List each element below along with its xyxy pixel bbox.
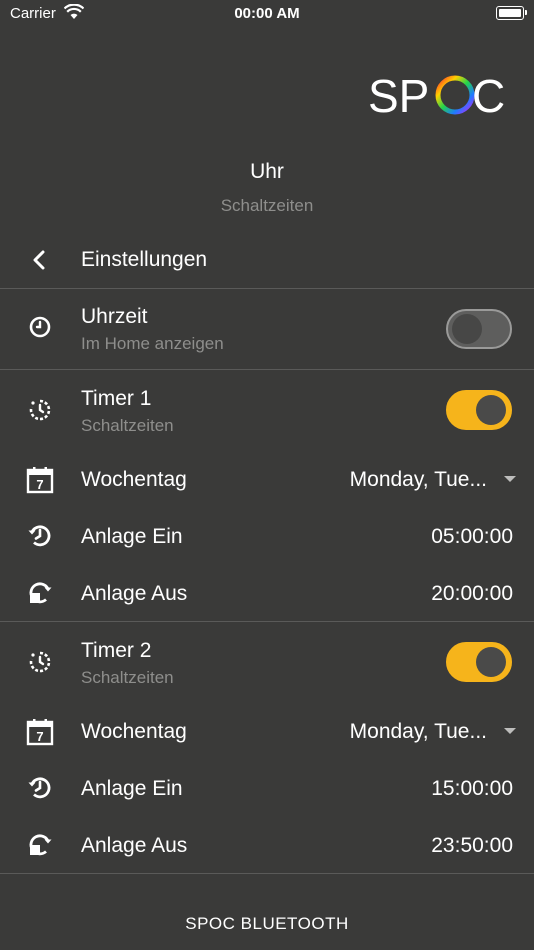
timer-2-on-row[interactable]: Anlage Ein 15:00:00: [0, 760, 534, 817]
clock-icon: [29, 316, 51, 338]
chevron-left-icon: [33, 250, 45, 270]
timer-2-label: Timer 2: [81, 639, 152, 662]
page-subtitle: Schaltzeiten: [220, 196, 314, 215]
timer-2-on-time: 15:00:00: [431, 777, 513, 800]
back-label: Einstellungen: [81, 248, 208, 271]
chevron-down-icon: [504, 728, 516, 734]
timer-2-off-label: Anlage Aus: [81, 834, 188, 857]
timer-icon: [29, 651, 51, 673]
power-off-icon: [29, 834, 52, 856]
timer-2-off-row[interactable]: Anlage Aus 23:50:00: [0, 817, 534, 873]
calendar-icon: 7: [26, 467, 54, 494]
timer-1-sublabel: Schaltzeiten: [81, 416, 174, 435]
chevron-down-icon: [504, 476, 516, 482]
timer-2-on-label: Anlage Ein: [81, 777, 183, 800]
timer-1-weekday-row[interactable]: 7 Wochentag Monday, Tue...: [0, 452, 534, 508]
svg-text:SP: SP: [368, 70, 429, 118]
svg-text:7: 7: [36, 729, 43, 744]
timer-1-on-label: Anlage Ein: [81, 525, 183, 548]
timer-1-weekday-value: Monday, Tue...: [349, 468, 487, 491]
clock-row: Uhrzeit Im Home anzeigen: [0, 289, 534, 369]
timer-1-off-row[interactable]: Anlage Aus 20:00:00: [0, 565, 534, 621]
divider: [0, 873, 534, 874]
timer-2-sublabel: Schaltzeiten: [81, 668, 174, 687]
timer-1-off-time: 20:00:00: [431, 582, 513, 605]
back-button[interactable]: Einstellungen: [0, 236, 534, 288]
spoc-logo: SP C: [368, 70, 505, 118]
timer-2-weekday-value: Monday, Tue...: [349, 720, 487, 743]
timer-2-row: Timer 2 Schaltzeiten: [0, 622, 534, 702]
power-on-icon: [28, 525, 51, 547]
svg-text:C: C: [472, 70, 505, 118]
timer-1-weekday-label: Wochentag: [81, 468, 187, 491]
power-on-icon: [28, 777, 51, 799]
clock-sublabel: Im Home anzeigen: [81, 334, 224, 353]
timer-1-on-row[interactable]: Anlage Ein 05:00:00: [0, 508, 534, 565]
clock-label: Uhrzeit: [81, 305, 148, 328]
battery-icon: [496, 6, 527, 20]
power-off-icon: [29, 582, 52, 604]
footer-label: SPOC BLUETOOTH: [185, 914, 349, 933]
timer-1-label: Timer 1: [81, 387, 152, 410]
status-time: 00:00 AM: [234, 5, 300, 22]
timer-icon: [29, 399, 51, 421]
timer-2-weekday-label: Wochentag: [81, 720, 187, 743]
timer-1-off-label: Anlage Aus: [81, 582, 188, 605]
status-bar: Carrier 00:00 AM: [0, 0, 534, 28]
timer-1-toggle[interactable]: [446, 390, 512, 430]
svg-text:7: 7: [36, 477, 43, 492]
timer-2-weekday-row[interactable]: 7 Wochentag Monday, Tue...: [0, 704, 534, 760]
calendar-icon: 7: [26, 719, 54, 746]
timer-1-row: Timer 1 Schaltzeiten: [0, 370, 534, 450]
timer-1-on-time: 05:00:00: [431, 525, 513, 548]
timer-2-toggle[interactable]: [446, 642, 512, 682]
page-title: Uhr: [250, 160, 284, 183]
timer-2-off-time: 23:50:00: [431, 834, 513, 857]
clock-toggle[interactable]: [446, 309, 512, 349]
